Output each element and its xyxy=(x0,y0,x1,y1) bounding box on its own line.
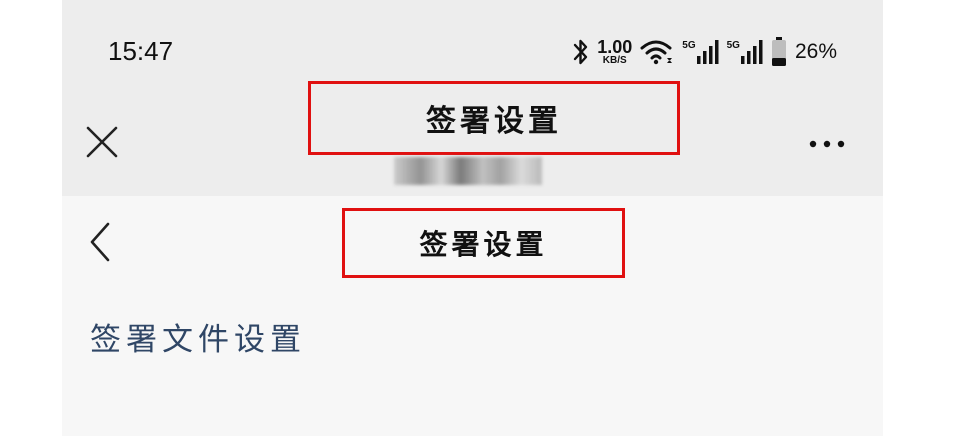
more-options-button[interactable] xyxy=(807,132,847,156)
battery-percent: 26% xyxy=(794,40,837,63)
close-icon xyxy=(86,126,118,158)
phone-screen: 15:47 1.00 KB/S 5G 5G 26% 签署设置 签署设置 签署文件… xyxy=(62,0,883,436)
page-title-highlight: 签署设置 xyxy=(342,208,625,278)
header-title-highlight: 签署设置 xyxy=(308,81,680,155)
wifi-icon xyxy=(640,40,673,65)
signal-label-1: 5G xyxy=(682,40,696,51)
signal-icon xyxy=(740,40,763,64)
signal-strength-2: 5G xyxy=(727,40,763,64)
header-title: 签署设置 xyxy=(426,104,562,139)
signal-strength-1: 5G xyxy=(682,40,719,64)
page-title: 签署设置 xyxy=(419,228,548,261)
status-time: 15:47 xyxy=(108,36,174,66)
back-button[interactable] xyxy=(86,220,116,264)
bluetooth-icon xyxy=(574,39,588,65)
network-speed: 1.00 KB/S xyxy=(597,38,632,66)
setting-item-sign-document[interactable]: 签署文件设置 xyxy=(90,314,306,359)
top-bar: 15:47 1.00 KB/S 5G 5G 26% 签署设置 xyxy=(62,0,883,196)
battery-icon xyxy=(771,37,786,66)
network-speed-value: 1.00 xyxy=(597,37,633,57)
signal-label-2: 5G xyxy=(726,40,740,51)
close-button[interactable] xyxy=(84,124,120,160)
blurred-subtitle xyxy=(394,157,542,185)
status-icons: 1.00 KB/S 5G 5G 26% xyxy=(573,34,837,70)
chevron-left-icon xyxy=(90,222,110,262)
network-speed-unit: KB/S xyxy=(602,55,627,66)
signal-icon xyxy=(696,40,719,64)
more-icon xyxy=(809,140,845,148)
